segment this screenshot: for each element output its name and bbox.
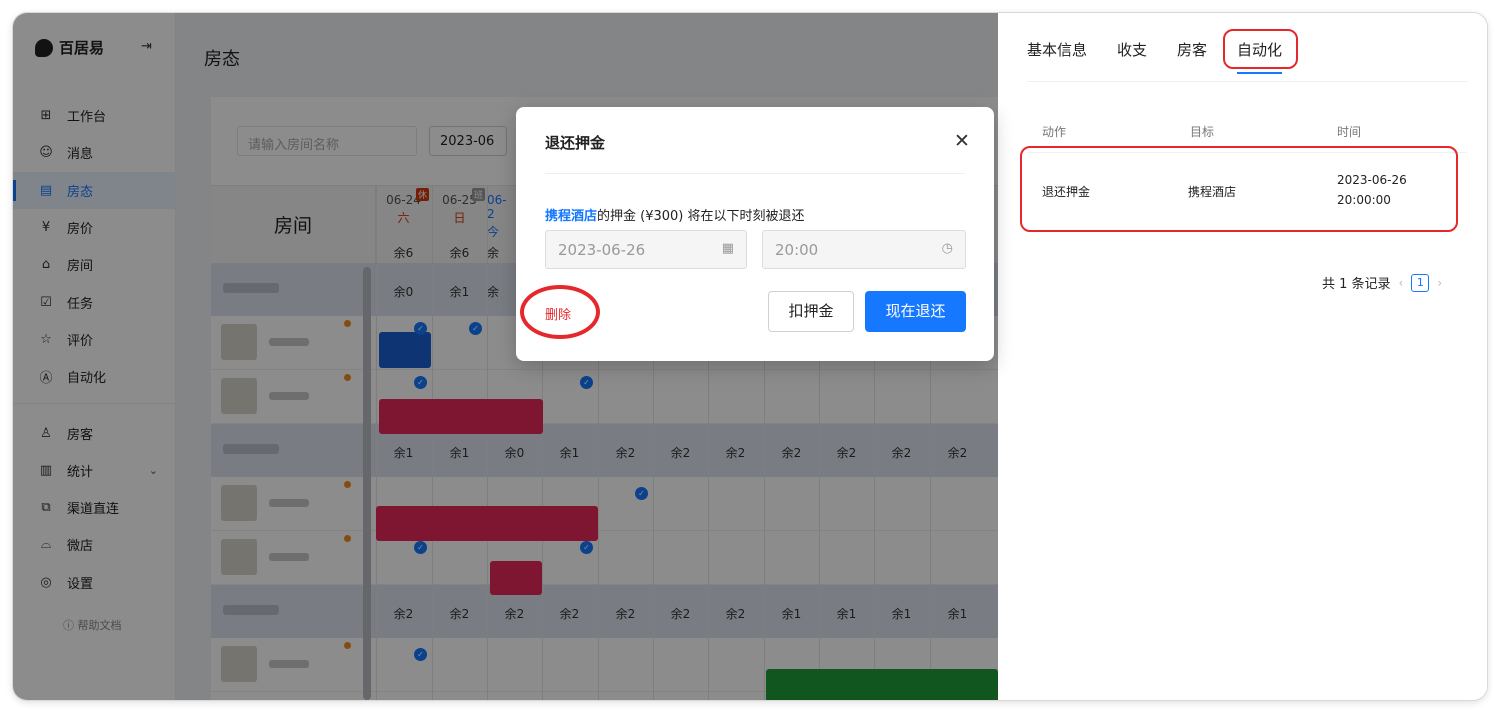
detail-panel: 基本信息 收支 房客 自动化 动作 目标 时间 退还押金 携程酒店 2023-0… (998, 13, 1487, 700)
annotation-box (1020, 146, 1458, 232)
channel-link[interactable]: 携程酒店 (545, 209, 597, 224)
tab-guests[interactable]: 房客 (1177, 39, 1207, 74)
page-number[interactable]: 1 (1411, 273, 1430, 292)
close-icon[interactable]: ✕ (954, 130, 970, 152)
time-field[interactable]: 20:00 ◷ (762, 230, 966, 269)
clock-icon: ◷ (941, 241, 953, 256)
divider (545, 173, 965, 174)
column-header-target: 目标 (1190, 125, 1215, 139)
prev-page-icon[interactable]: ‹ (1399, 276, 1404, 290)
column-header-time: 时间 (1337, 125, 1362, 139)
next-page-icon[interactable]: › (1437, 276, 1442, 290)
total-records: 共 1 条记录 (1322, 277, 1391, 292)
deduct-deposit-button[interactable]: 扣押金 (768, 291, 854, 332)
divider (1027, 81, 1467, 82)
delete-button[interactable]: 删除 (545, 304, 571, 323)
pagination: 共 1 条记录 ‹ 1 › (1322, 273, 1450, 292)
dialog-title: 退还押金 (545, 134, 606, 152)
return-now-button[interactable]: 现在退还 (865, 291, 966, 332)
dialog-description: 携程酒店的押金 (¥300) 将在以下时刻被退还 (545, 209, 805, 224)
calendar-icon: ▦ (721, 241, 734, 256)
return-deposit-dialog: 退还押金 ✕ 携程酒店的押金 (¥300) 将在以下时刻被退还 2023-06-… (516, 107, 994, 361)
tab-finance[interactable]: 收支 (1117, 39, 1147, 74)
annotation-circle (1223, 29, 1298, 69)
column-header-action: 动作 (1042, 125, 1067, 139)
date-field[interactable]: 2023-06-26 ▦ (545, 230, 747, 269)
tab-basic-info[interactable]: 基本信息 (1027, 39, 1087, 74)
